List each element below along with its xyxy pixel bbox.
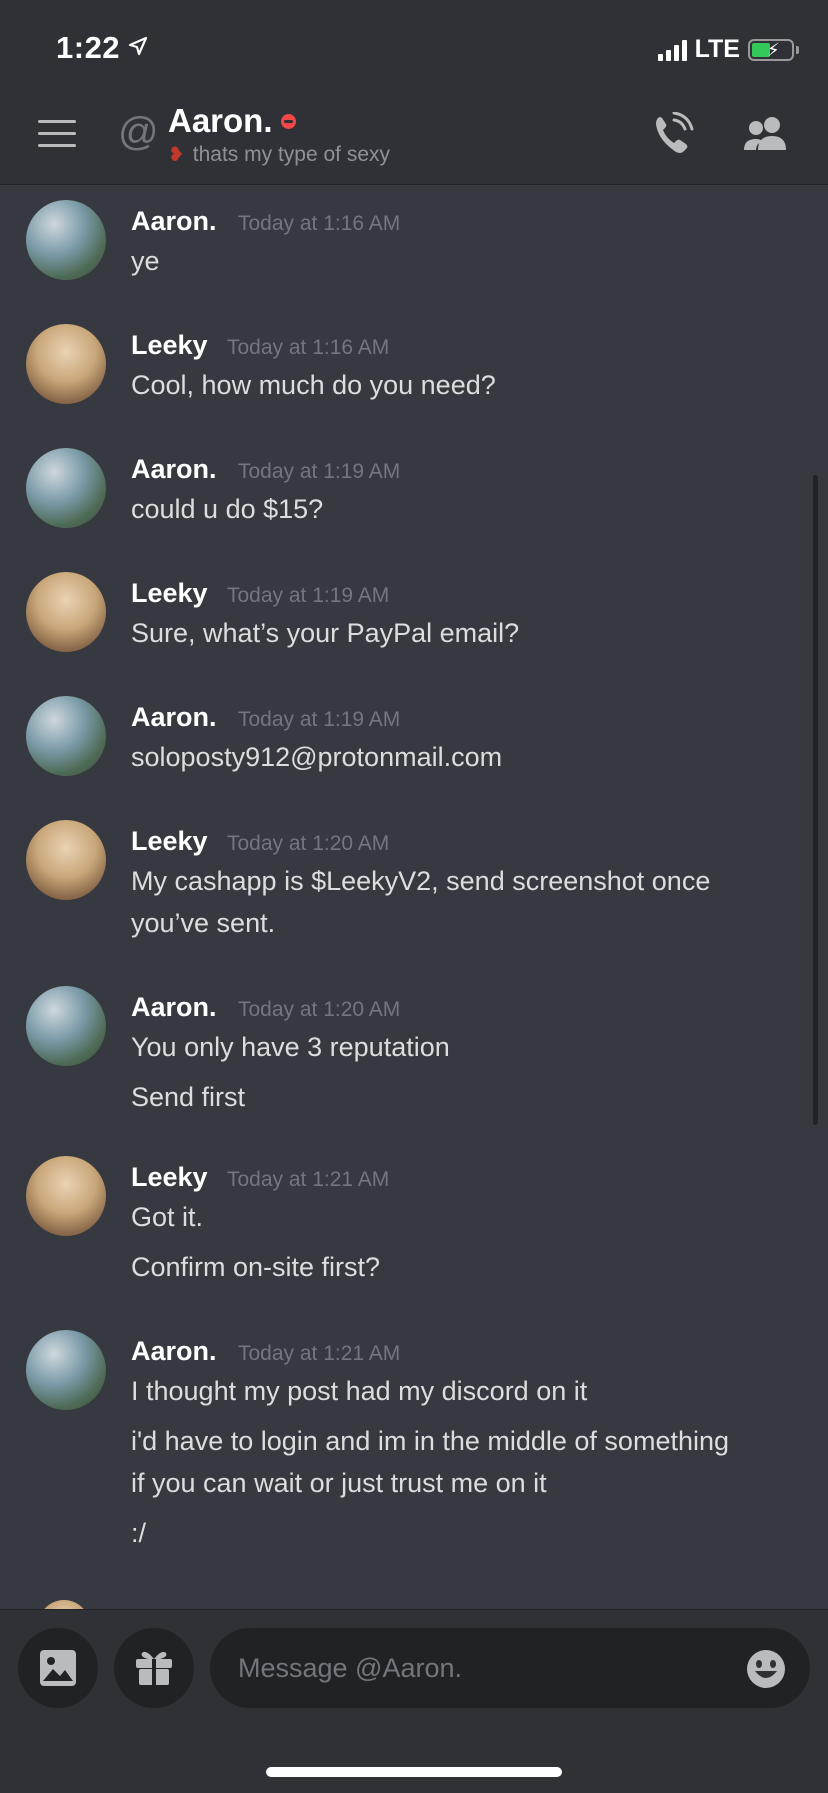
avatar[interactable] (26, 324, 106, 404)
gift-button[interactable] (114, 1628, 194, 1708)
message-timestamp: Today at 1:20 AM (238, 998, 401, 1021)
message-timestamp: Today at 1:19 AM (227, 584, 390, 607)
message-timestamp: Today at 1:16 AM (227, 336, 390, 359)
message-author[interactable]: Aaron. (131, 1336, 217, 1367)
dnd-status-icon (281, 114, 296, 129)
network-type: LTE (694, 35, 740, 63)
dm-recipient-name[interactable]: Aaron. (168, 102, 273, 140)
phone-call-icon[interactable] (652, 112, 696, 158)
avatar[interactable] (26, 572, 106, 652)
avatar[interactable] (26, 986, 106, 1066)
message-text: :/ (131, 1518, 147, 1548)
message-text: My cashapp is $LeekyV2, send screenshot … (131, 866, 711, 896)
message-timestamp: Today at 1:19 AM (238, 708, 401, 731)
message-timestamp: Today at 1:21 AM (227, 1168, 390, 1191)
message-text: if you can wait or just trust me on it (131, 1468, 547, 1498)
avatar (38, 1600, 90, 1609)
battery-icon: ⚡ (748, 38, 799, 61)
message-author[interactable]: Leeky (131, 578, 208, 609)
message-author[interactable]: Leeky (131, 826, 208, 857)
message-text: could u do $15? (131, 494, 324, 524)
message-text: I thought my post had my discord on it (131, 1376, 588, 1406)
message-text: soloposty912@protonmail.com (131, 742, 503, 772)
message-timestamp: Today at 1:16 AM (238, 212, 401, 235)
message-list[interactable]: Aaron. Today at 1:16 AM ye Leeky Today a… (0, 185, 828, 1609)
message-text: You only have 3 reputation (131, 1032, 450, 1062)
home-indicator[interactable] (266, 1767, 562, 1777)
upload-image-button[interactable] (18, 1628, 98, 1708)
message-timestamp: Today at 1:21 AM (238, 1342, 401, 1365)
message-text: Cool, how much do you need? (131, 370, 496, 400)
avatar[interactable] (26, 448, 106, 528)
location-arrow-icon (128, 36, 148, 56)
message-author[interactable]: Leeky (131, 1162, 208, 1193)
status-bar: 1:22 LTE ⚡ (0, 0, 828, 92)
message-author[interactable]: Aaron. (131, 992, 217, 1023)
message-timestamp: Today at 1:19 AM (238, 460, 401, 483)
custom-status-emoji-icon: ❥ (168, 144, 185, 166)
members-icon[interactable] (742, 114, 790, 154)
avatar[interactable] (26, 1156, 106, 1236)
message-text: Sure, what’s your PayPal email? (131, 618, 520, 648)
menu-icon[interactable] (38, 120, 76, 150)
status-indicators: LTE ⚡ (657, 35, 799, 64)
message-author[interactable]: Leeky (131, 330, 208, 361)
message-text: ye (131, 246, 160, 276)
gift-icon (136, 1651, 172, 1685)
message-input[interactable] (210, 1628, 810, 1708)
message-text: you’ve sent. (131, 908, 276, 938)
message-composer (0, 1609, 828, 1793)
status-time: 1:22 (56, 30, 121, 65)
avatar[interactable] (26, 200, 106, 280)
message-author[interactable]: Aaron. (131, 206, 217, 237)
avatar[interactable] (26, 1330, 106, 1410)
scrollbar[interactable] (813, 475, 818, 1125)
emoji-icon[interactable] (746, 1649, 786, 1689)
cellular-signal-icon (657, 39, 687, 61)
custom-status: ❥ thats my type of sexy (168, 142, 390, 167)
message-author[interactable]: Aaron. (131, 454, 217, 485)
custom-status-text: thats my type of sexy (192, 142, 391, 166)
message-text: i'd have to login and im in the middle o… (131, 1426, 730, 1456)
message-text: Got it. (131, 1202, 204, 1232)
at-icon: @ (118, 110, 159, 154)
channel-header: @ Aaron. ❥ thats my type of sexy (0, 92, 828, 185)
message-author[interactable]: Aaron. (131, 702, 217, 733)
avatar[interactable] (26, 820, 106, 900)
avatar[interactable] (26, 696, 106, 776)
message-text: Send first (131, 1082, 246, 1112)
message-text: Confirm on-site first? (131, 1252, 381, 1282)
message-timestamp: Today at 1:20 AM (227, 832, 390, 855)
image-icon (40, 1650, 76, 1686)
